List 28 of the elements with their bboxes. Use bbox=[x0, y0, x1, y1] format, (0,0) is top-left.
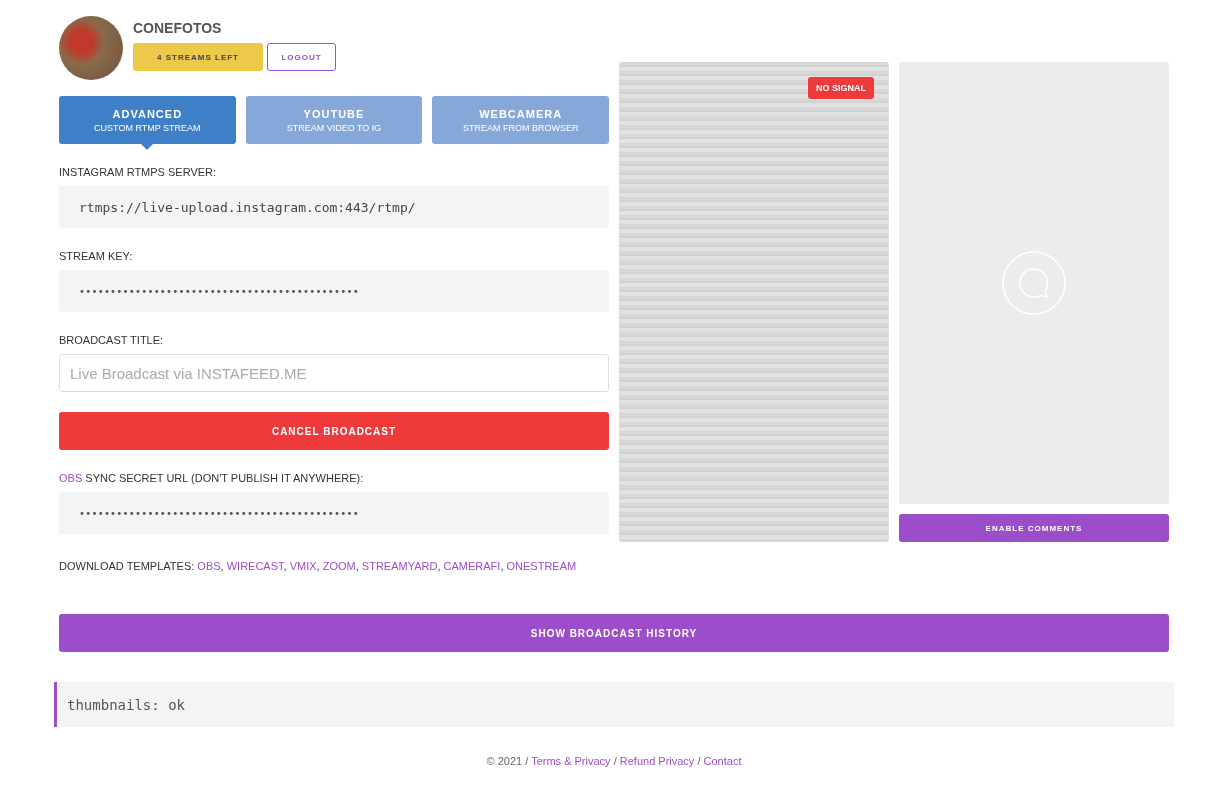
no-signal-badge: NO SIGNAL bbox=[808, 77, 874, 99]
footer-text: © 2021 / Terms & Privacy / Refund Privacy / Contact bbox=[485, 755, 743, 767]
sync-url-field[interactable]: ••••••••••••••••••••••••••••••••••••••••••••• bbox=[59, 492, 609, 534]
template-link[interactable]: ZOOM bbox=[322, 560, 356, 572]
broadcast-history-button[interactable]: SHOW BROADCAST HISTORY bbox=[59, 614, 1169, 652]
tab-pointer-icon bbox=[141, 144, 154, 150]
streams-left-button[interactable]: 4 STREAMS LEFT bbox=[133, 43, 263, 71]
broadcast-title-input[interactable]: Live Broadcast via INSTAFEED.ME bbox=[59, 354, 609, 392]
logout-button[interactable]: LOGOUT bbox=[267, 43, 336, 71]
obs-link[interactable]: OBS bbox=[59, 472, 83, 484]
username: CONEFOTOS bbox=[133, 20, 223, 36]
enable-comments-button[interactable]: ENABLE COMMENTS bbox=[899, 514, 1169, 542]
field-label: OBS SYNC SECRET URL (DON'T PUBLISH IT ANYWHERE): bbox=[59, 472, 365, 484]
status-log: thumbnails: ok bbox=[54, 682, 1174, 727]
field-label: STREAM KEY: bbox=[59, 250, 134, 262]
cancel-broadcast-button[interactable]: CANCEL BROADCAST bbox=[59, 412, 609, 450]
footer-link[interactable]: Refund Privacy bbox=[619, 755, 695, 767]
template-link[interactable]: OBS bbox=[197, 560, 221, 572]
footer-link[interactable]: Terms & Privacy bbox=[531, 755, 611, 767]
server-url-field[interactable]: rtmps://live-upload.instagram.com:443/rtmp/ bbox=[59, 186, 609, 228]
template-link[interactable]: VMIX bbox=[289, 560, 317, 572]
stream-key-field[interactable]: ••••••••••••••••••••••••••••••••••••••••••••• bbox=[59, 270, 609, 312]
field-label: INSTAGRAM RTMPS SERVER: bbox=[59, 166, 218, 178]
footer-link[interactable]: Contact bbox=[703, 755, 742, 767]
template-link[interactable]: WIRECAST bbox=[226, 560, 284, 572]
download-templates-text: DOWNLOAD TEMPLATES: OBS, WIRECAST, VMIX, ZOOM, STREAMYARD, CAMERAFI, ONESTREAM bbox=[59, 560, 578, 572]
template-link[interactable]: ONESTREAM bbox=[506, 560, 577, 572]
field-label: BROADCAST TITLE: bbox=[59, 334, 165, 346]
